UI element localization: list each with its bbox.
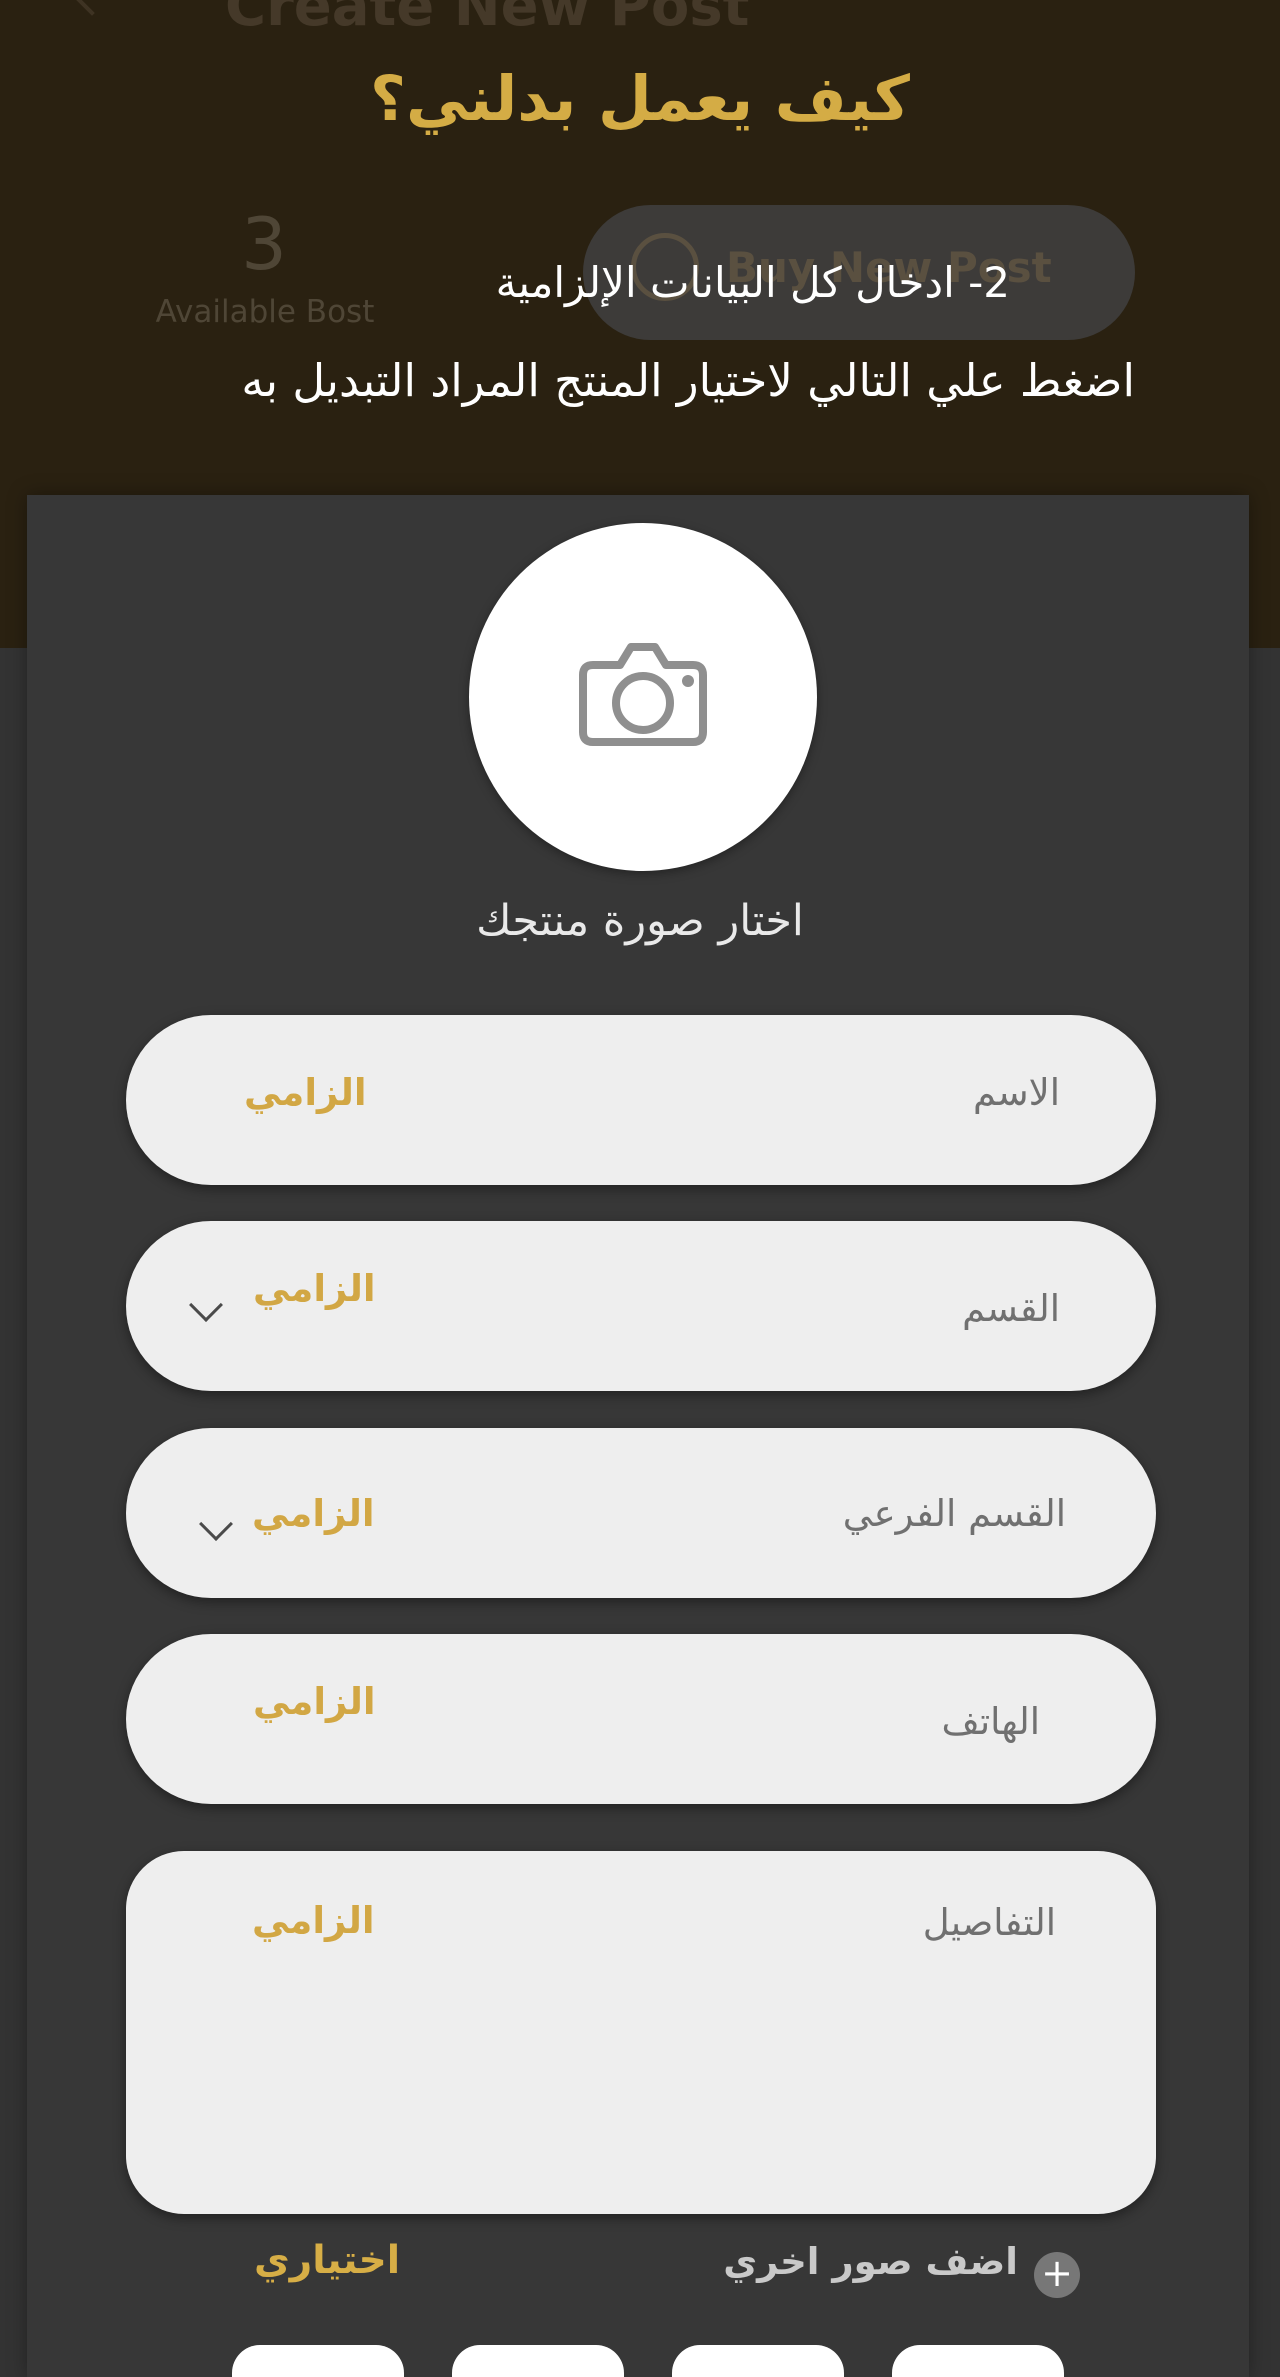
extra-photo-slot[interactable] xyxy=(232,2345,404,2377)
subcategory-field[interactable]: القسم الفرعي الزامي xyxy=(126,1428,1156,1598)
category-required-badge: الزامي xyxy=(253,1267,376,1310)
chevron-down-icon[interactable] xyxy=(189,1288,223,1322)
available-post-label: Available Bost xyxy=(155,294,375,330)
available-post-count: 3 xyxy=(241,202,287,286)
help-hint: اضغط علي التالي لاختيار المنتج المراد ال… xyxy=(241,354,1135,407)
add-more-photos-label: اضف صور اخري xyxy=(723,2240,1018,2283)
phone-field[interactable]: الهاتف الزامي xyxy=(126,1634,1156,1804)
category-field-label: القسم xyxy=(962,1287,1060,1330)
chevron-down-icon[interactable] xyxy=(199,1507,233,1541)
photo-picker-label: اختار صورة منتجك xyxy=(476,896,804,946)
page-title: Create New Post xyxy=(225,0,750,39)
details-field-label: التفاصيل xyxy=(922,1901,1056,1944)
add-more-photos-button[interactable]: + اضف صور اخري xyxy=(723,2240,1080,2300)
help-title: كيف يعمل بدلني؟ xyxy=(370,62,910,135)
subcategory-required-badge: الزامي xyxy=(252,1492,375,1535)
optional-badge: اختياري xyxy=(254,2238,401,2283)
phone-required-badge: الزامي xyxy=(253,1680,376,1723)
name-field-label: الاسم xyxy=(972,1071,1060,1114)
subcategory-field-label: القسم الفرعي xyxy=(842,1492,1066,1535)
category-field[interactable]: القسم الزامي xyxy=(126,1221,1156,1391)
name-field[interactable]: الاسم الزامي xyxy=(126,1015,1156,1185)
details-required-badge: الزامي xyxy=(252,1899,375,1942)
phone-field-label: الهاتف xyxy=(941,1700,1040,1743)
name-required-badge: الزامي xyxy=(244,1071,367,1114)
extra-photo-slot[interactable] xyxy=(672,2345,844,2377)
details-field[interactable]: التفاصيل الزامي xyxy=(126,1851,1156,2214)
page: Create New Post 3 Available Bost Buy New… xyxy=(0,0,1280,2377)
camera-icon xyxy=(579,643,707,746)
product-photo-picker[interactable] xyxy=(469,523,817,871)
plus-circle-icon: + xyxy=(1034,2252,1080,2298)
extra-photo-slot[interactable] xyxy=(892,2345,1064,2377)
extra-photo-slot[interactable] xyxy=(452,2345,624,2377)
help-step: 2- ادخال كل البيانات الإلزامية xyxy=(495,258,1010,307)
